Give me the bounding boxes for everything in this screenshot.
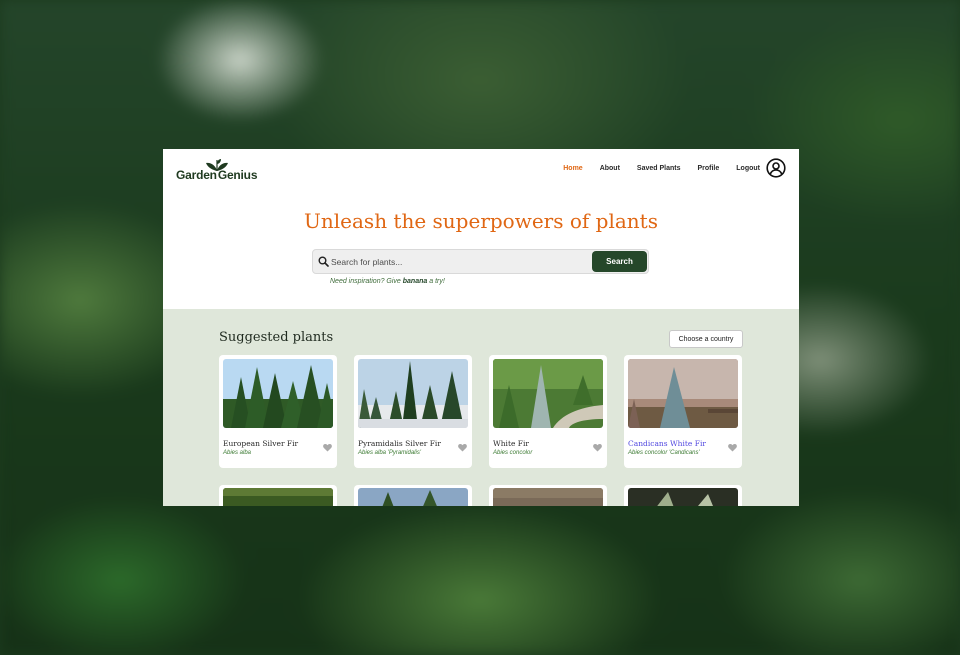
hint-suffix: a try!: [427, 278, 445, 285]
suggested-plants-section: Suggested plants Choose a country Europe…: [163, 309, 799, 506]
app-window: Garden Genius Home About Saved Plants Pr…: [163, 149, 799, 506]
nav-profile[interactable]: Profile: [697, 165, 719, 172]
plant-scientific-name: Abies concolor 'Candicans': [628, 450, 700, 456]
heart-icon[interactable]: [323, 443, 332, 452]
plant-name-link[interactable]: Candicans White Fir: [628, 439, 706, 448]
heart-icon[interactable]: [458, 443, 467, 452]
plant-card[interactable]: [489, 485, 607, 506]
plant-name: Pyramidalis Silver Fir: [358, 439, 441, 448]
navbar: Garden Genius Home About Saved Plants Pr…: [163, 149, 799, 189]
plant-scientific-name: Abies alba 'Pyramidalis': [358, 450, 421, 456]
plant-name: European Silver Fir: [223, 439, 299, 448]
hint-prefix: Need inspiration? Give: [330, 278, 403, 285]
plant-card[interactable]: [219, 485, 337, 506]
plant-scientific-name: Abies alba: [223, 450, 252, 456]
choose-country-button[interactable]: Choose a country: [669, 330, 743, 348]
plant-scientific-name: Abies concolor: [493, 450, 533, 456]
section-title: Suggested plants: [219, 330, 334, 345]
hero-title: Unleash the superpowers of plants: [304, 209, 658, 233]
nav-home[interactable]: Home: [563, 165, 582, 172]
plant-image-candicans-white-fir: [628, 359, 738, 428]
plant-image: [493, 488, 603, 506]
heart-icon[interactable]: [728, 443, 737, 452]
nav-links: Home About Saved Plants Profile Logout: [546, 158, 786, 178]
leaf-logo-icon: [206, 159, 228, 171]
heart-icon[interactable]: [593, 443, 602, 452]
search-hint: Need inspiration? Give banana a try!: [330, 278, 445, 285]
brand-logo[interactable]: Garden Genius: [176, 159, 257, 182]
search-button[interactable]: Search: [592, 251, 647, 272]
plant-card[interactable]: White Fir Abies concolor: [489, 355, 607, 468]
nav-about[interactable]: About: [600, 165, 620, 172]
plant-image-white-fir: [493, 359, 603, 428]
plant-card[interactable]: European Silver Fir Abies alba: [219, 355, 337, 468]
nav-saved-plants[interactable]: Saved Plants: [637, 165, 681, 172]
plant-image: [223, 488, 333, 506]
plant-image-european-silver-fir: [223, 359, 333, 428]
plant-card[interactable]: Pyramidalis Silver Fir Abies alba 'Pyram…: [354, 355, 472, 468]
plant-image-pyramidalis-silver-fir: [358, 359, 468, 428]
plant-card[interactable]: [354, 485, 472, 506]
plant-image: [358, 488, 468, 506]
plant-card[interactable]: [624, 485, 742, 506]
search-icon: [318, 256, 329, 267]
user-circle-icon[interactable]: [766, 158, 786, 178]
plant-image: [628, 488, 738, 506]
hint-keyword-link[interactable]: banana: [403, 278, 428, 285]
plant-card[interactable]: Candicans White Fir Abies concolor 'Cand…: [624, 355, 742, 468]
search-bar: Search: [312, 249, 649, 274]
plant-name: White Fir: [493, 439, 529, 448]
search-input[interactable]: [331, 254, 581, 270]
nav-logout[interactable]: Logout: [736, 165, 760, 172]
